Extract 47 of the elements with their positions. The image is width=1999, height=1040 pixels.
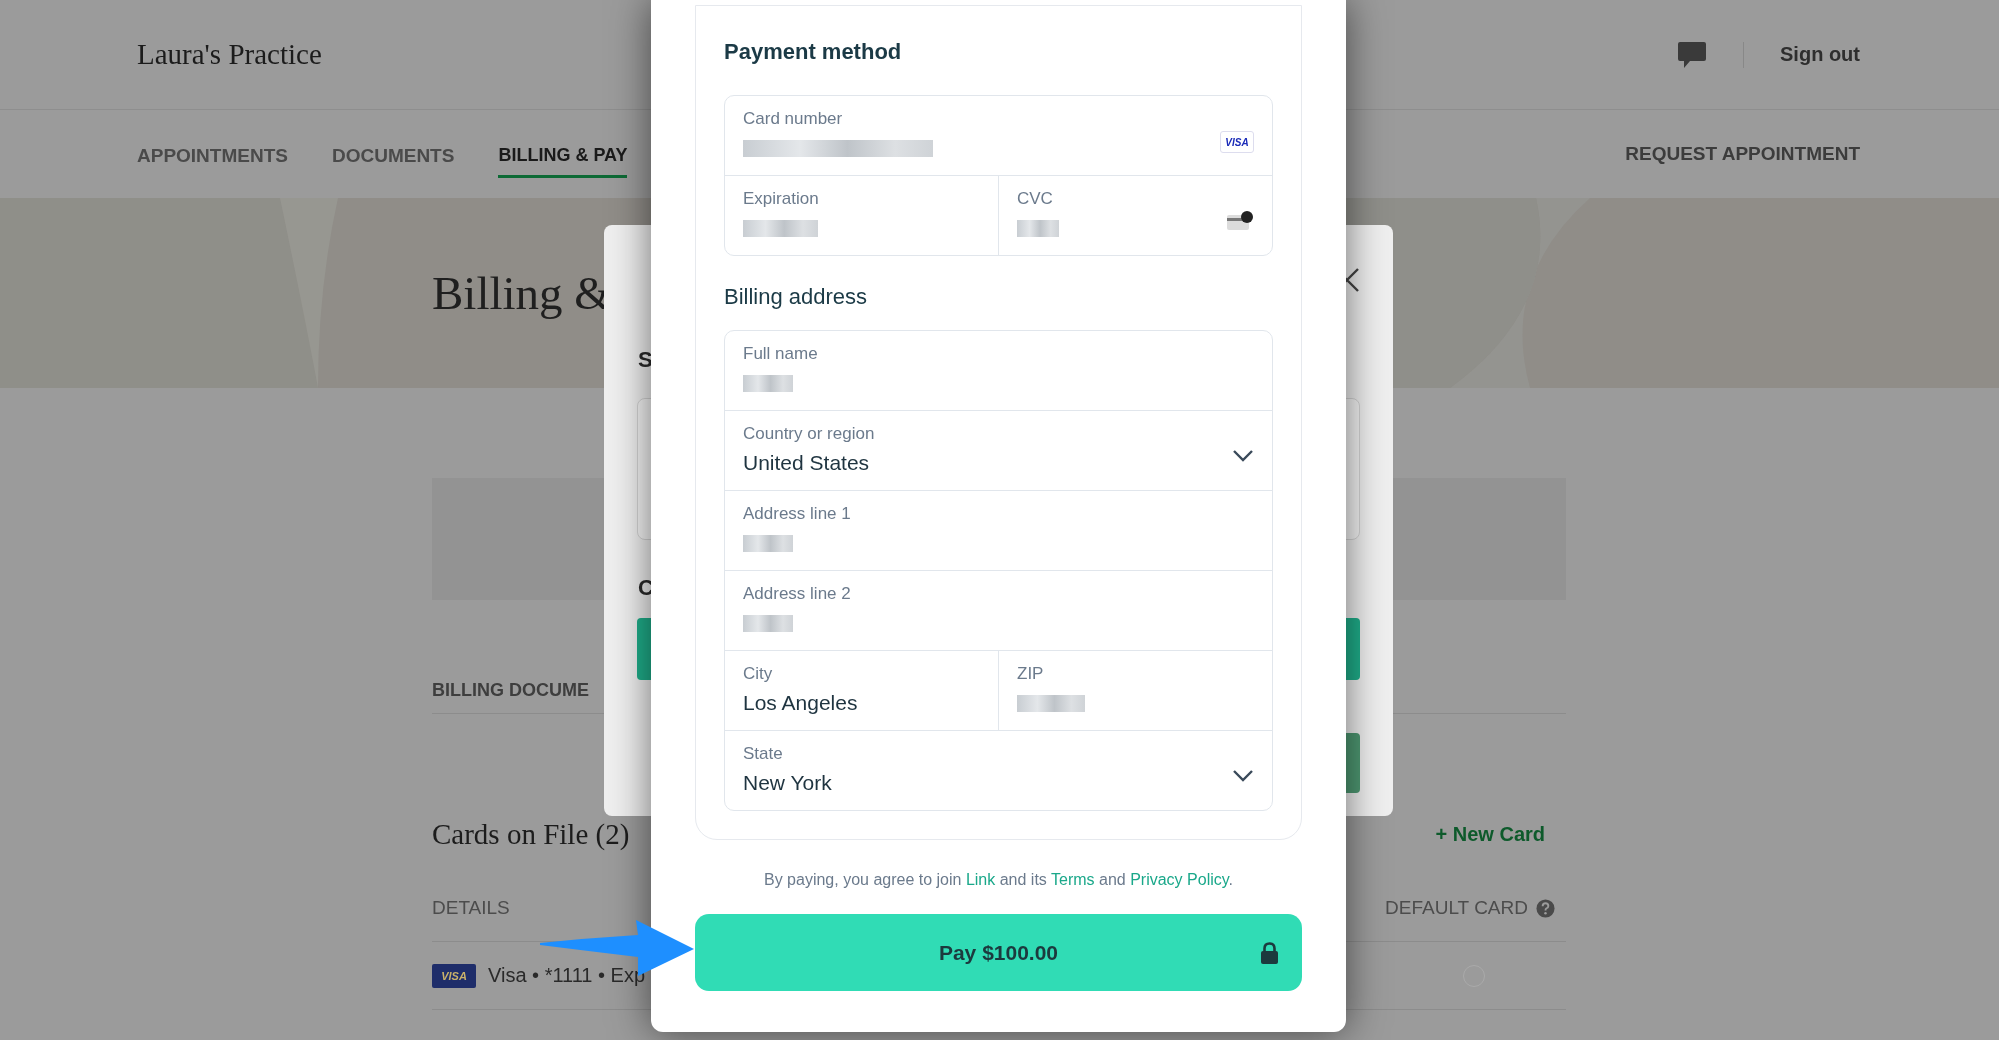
- input-field[interactable]: Address line 1: [725, 491, 1272, 570]
- field-label: Full name: [743, 344, 818, 364]
- field-label: State: [743, 744, 784, 764]
- input-field[interactable]: Address line 2: [725, 571, 1272, 650]
- nav-tab[interactable]: APPOINTMENTS: [137, 130, 288, 178]
- card-details: Visa • *1111 • Exp: [488, 964, 646, 987]
- column-header: DEFAULT CARD: [1385, 897, 1528, 919]
- help-icon[interactable]: [1536, 898, 1555, 918]
- lock-icon: [1260, 942, 1279, 964]
- chat-icon[interactable]: [1677, 39, 1707, 70]
- select-field[interactable]: Country or region United States: [725, 411, 1272, 490]
- field-label: Address line 1: [743, 504, 851, 524]
- input-field[interactable]: Full name: [725, 331, 1272, 410]
- input-field[interactable]: CVC: [998, 176, 1272, 255]
- input-field[interactable]: ZIP: [998, 651, 1272, 730]
- chevron-down-icon: [1232, 449, 1254, 463]
- section-heading: Payment method: [724, 39, 903, 65]
- card-back-icon: [1226, 210, 1254, 232]
- nav-tab[interactable]: DOCUMENTS: [331, 130, 455, 178]
- field-value: Los Angeles: [743, 690, 858, 716]
- practice-name: Laura's Practice: [137, 38, 322, 71]
- section-heading: Billing address: [724, 284, 869, 310]
- select-field[interactable]: State New York: [725, 731, 1272, 810]
- chevron-down-icon: [1232, 769, 1254, 783]
- input-field[interactable]: Expiration: [725, 176, 998, 255]
- visa-logo: VISA: [1220, 131, 1254, 153]
- section-heading: Cards on File (2): [432, 818, 630, 851]
- field-label: CVC: [1017, 189, 1054, 209]
- column-header: DETAILS: [432, 897, 510, 919]
- consent-text: By paying, you agree to join Link and its Terms and Privacy Policy.: [764, 870, 1233, 890]
- pay-button[interactable]: Pay $100.00: [695, 914, 1302, 991]
- sign-out-link[interactable]: Sign out: [1780, 43, 1860, 66]
- field-label: Country or region: [743, 424, 875, 444]
- input-field[interactable]: Card number VISA: [725, 96, 1272, 175]
- field-value: United States: [743, 450, 871, 476]
- visa-badge: VISA: [432, 963, 476, 988]
- terms-link[interactable]: Privacy Policy: [1130, 871, 1229, 888]
- new-card-link[interactable]: + New Card: [1435, 823, 1545, 846]
- request-appointment-link[interactable]: REQUEST APPOINTMENT: [1625, 143, 1860, 165]
- terms-link[interactable]: Link: [965, 871, 996, 888]
- field-label: Card number: [743, 109, 844, 129]
- field-value: New York: [743, 770, 832, 796]
- field-label: Address line 2: [743, 584, 851, 604]
- nav-tab[interactable]: BILLING & PAY: [498, 130, 628, 178]
- section-heading: S: [638, 347, 653, 373]
- terms-link[interactable]: Terms: [1051, 871, 1095, 888]
- field-label: Expiration: [743, 189, 819, 209]
